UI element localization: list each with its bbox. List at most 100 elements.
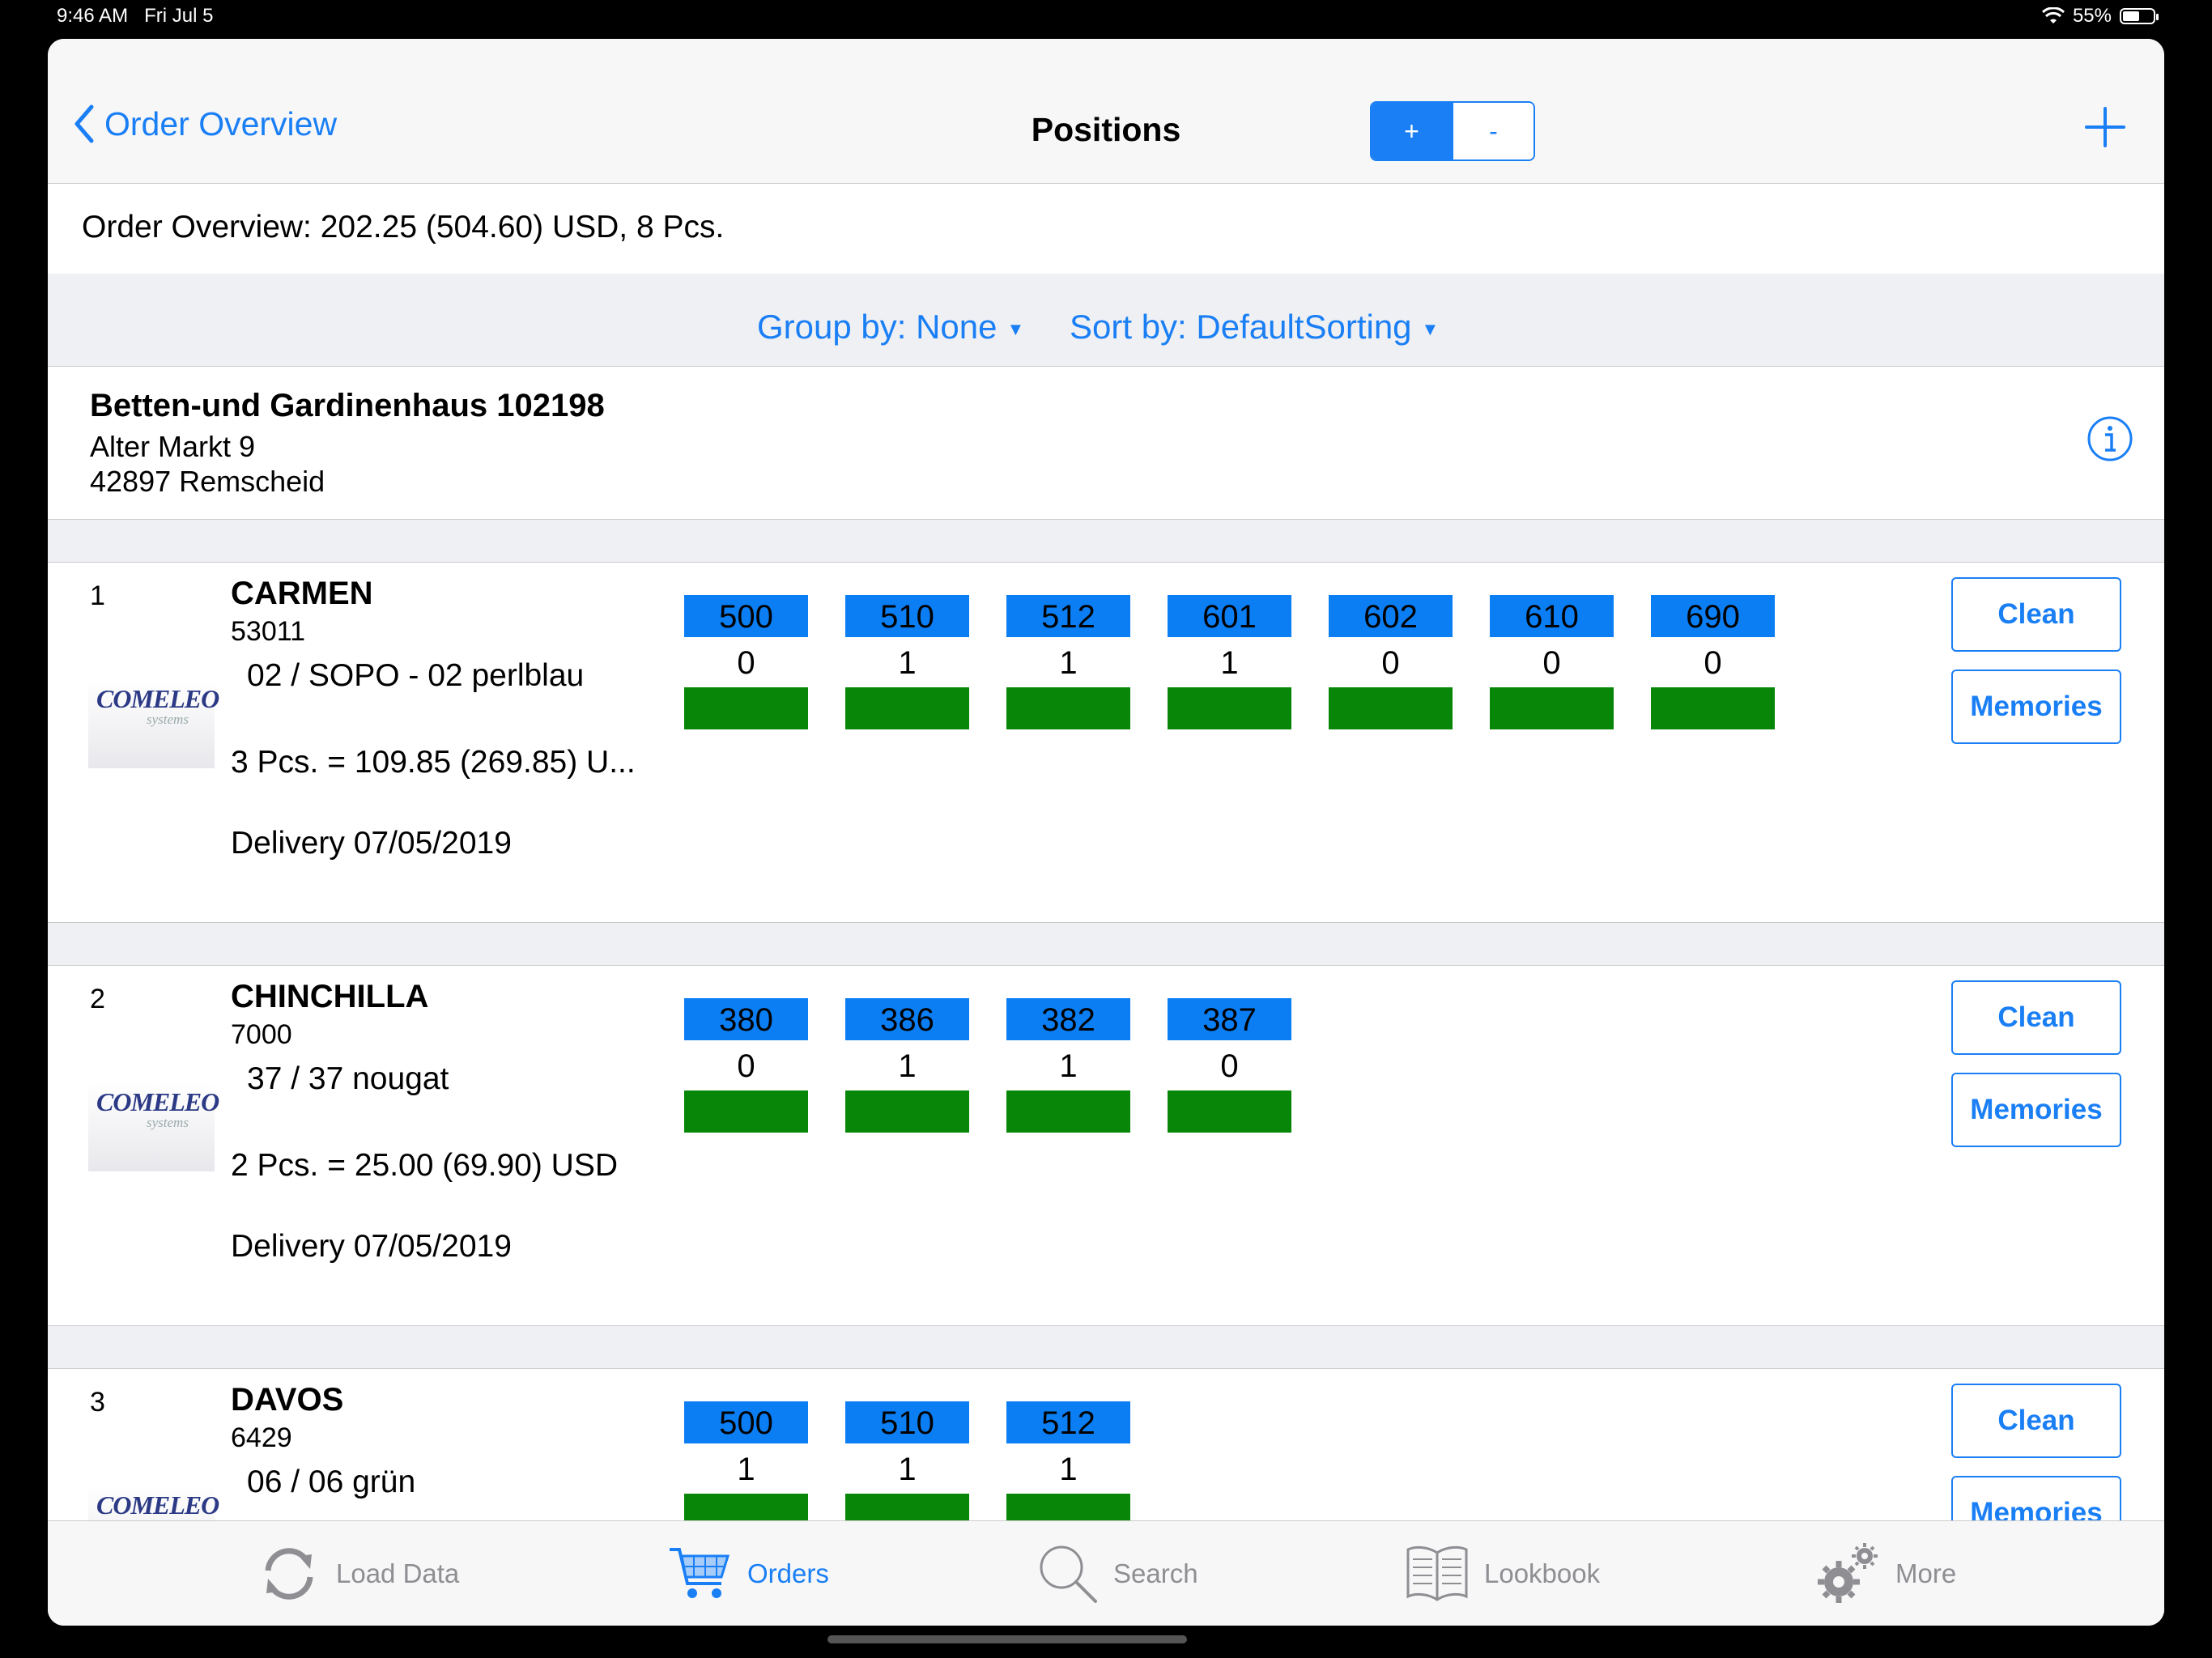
- positions-sheet: Order Overview Positions + - Order Overv…: [48, 39, 2164, 1626]
- article-variant: 37 / 37 nougat: [247, 1061, 449, 1096]
- tab-label: More: [1895, 1558, 1957, 1588]
- size-column[interactable]: 610 0: [1490, 595, 1614, 729]
- stock-indicator: [845, 687, 969, 729]
- size-quantity[interactable]: 1: [1006, 1040, 1130, 1089]
- size-column[interactable]: 386 1: [845, 998, 969, 1133]
- stock-indicator: [1329, 687, 1453, 729]
- book-icon: [1406, 1545, 1468, 1601]
- position-row[interactable]: 1 COMELEO systems CARMEN 53011 02 / SOPO…: [48, 563, 2164, 923]
- logo-sub: systems: [147, 712, 189, 727]
- navigation-bar: Order Overview Positions + -: [48, 39, 2164, 184]
- page-title: Positions: [1031, 111, 1181, 148]
- size-column[interactable]: 500 0: [684, 595, 808, 729]
- size-column[interactable]: 510 1: [845, 1401, 969, 1536]
- stock-indicator: [1168, 687, 1291, 729]
- position-number: 1: [90, 580, 105, 611]
- brand-logo: COMELEO systems: [88, 1082, 219, 1171]
- size-quantity[interactable]: 0: [684, 637, 808, 686]
- size-label: 510: [845, 595, 969, 637]
- size-column[interactable]: 690 0: [1651, 595, 1775, 729]
- decrement-segment[interactable]: -: [1452, 103, 1534, 159]
- size-quantity[interactable]: 0: [1651, 637, 1775, 686]
- size-quantity[interactable]: 1: [1006, 1443, 1130, 1492]
- customer-name: Betten-und Gardinenhaus 102198: [90, 388, 605, 423]
- stock-indicator: [1006, 687, 1130, 729]
- memories-button[interactable]: Memories: [1951, 1073, 2121, 1147]
- size-label: 512: [1006, 595, 1130, 637]
- sort-by-label: Sort by: DefaultSorting: [1070, 308, 1412, 346]
- position-price: 3 Pcs. = 109.85 (269.85) U...: [231, 745, 636, 780]
- cart-icon: [670, 1548, 730, 1598]
- quantity-segmented-control[interactable]: + -: [1370, 101, 1535, 161]
- search-icon: [1040, 1545, 1097, 1603]
- size-quantity[interactable]: 0: [684, 1040, 808, 1089]
- size-quantity[interactable]: 0: [1490, 637, 1614, 686]
- size-quantity[interactable]: 1: [684, 1443, 808, 1492]
- status-bar: 9:46 AM Fri Jul 5 55%: [0, 0, 2212, 37]
- size-column[interactable]: 387 0: [1168, 998, 1291, 1133]
- increment-segment[interactable]: +: [1372, 103, 1452, 159]
- size-column[interactable]: 510 1: [845, 595, 969, 729]
- wifi-icon: [2041, 7, 2065, 23]
- size-column[interactable]: 512 1: [1006, 595, 1130, 729]
- tab-more[interactable]: More: [1813, 1521, 1956, 1626]
- size-column[interactable]: 500 1: [684, 1401, 808, 1536]
- size-column[interactable]: 512 1: [1006, 1401, 1130, 1536]
- size-quantity[interactable]: 0: [1168, 1040, 1291, 1089]
- size-column[interactable]: 382 1: [1006, 998, 1130, 1133]
- size-label: 602: [1329, 595, 1453, 637]
- stock-indicator: [684, 687, 808, 729]
- size-label: 500: [684, 595, 808, 637]
- memories-button[interactable]: Memories: [1951, 670, 2121, 744]
- logo-brand: COMELEO: [96, 1087, 219, 1116]
- customer-city: 42897 Remscheid: [90, 465, 325, 498]
- tab-orders[interactable]: Orders: [668, 1521, 829, 1626]
- stock-indicator: [1168, 1090, 1291, 1133]
- battery-percent: 55%: [2072, 5, 2112, 27]
- gear-icon: [1818, 1543, 1878, 1603]
- position-price: 2 Pcs. = 25.00 (69.90) USD: [231, 1148, 618, 1183]
- customer-street: Alter Markt 9: [90, 430, 256, 463]
- position-number: 3: [90, 1387, 105, 1418]
- group-by-dropdown[interactable]: Group by: None ▼: [757, 308, 1024, 346]
- logo-sub: systems: [147, 1115, 189, 1130]
- size-quantity[interactable]: 1: [845, 1443, 969, 1492]
- size-label: 386: [845, 998, 969, 1040]
- brand-logo: COMELEO systems: [88, 679, 219, 768]
- article-variant: 02 / SOPO - 02 perlblau: [247, 658, 585, 693]
- size-quantity[interactable]: 1: [845, 637, 969, 686]
- size-label: 500: [684, 1401, 808, 1443]
- article-number: 6429: [231, 1422, 292, 1453]
- tab-label: Lookbook: [1484, 1558, 1601, 1588]
- size-column[interactable]: 601 1: [1168, 595, 1291, 729]
- stock-indicator: [1006, 1090, 1130, 1133]
- size-quantity[interactable]: 1: [1168, 637, 1291, 686]
- clean-button[interactable]: Clean: [1951, 1384, 2121, 1458]
- home-indicator[interactable]: [827, 1635, 1187, 1643]
- info-icon[interactable]: [2087, 415, 2133, 462]
- group-by-label: Group by: None: [757, 308, 998, 346]
- size-quantity[interactable]: 1: [845, 1040, 969, 1089]
- tab-search[interactable]: Search: [1037, 1521, 1198, 1626]
- size-label: 601: [1168, 595, 1291, 637]
- delivery-date: Delivery 07/05/2019: [231, 826, 512, 861]
- tab-load-data[interactable]: Load Data: [257, 1521, 459, 1626]
- article-number: 53011: [231, 616, 306, 647]
- size-label: 510: [845, 1401, 969, 1443]
- caret-down-icon: ▼: [1421, 318, 1440, 339]
- clean-button[interactable]: Clean: [1951, 980, 2121, 1055]
- size-column[interactable]: 380 0: [684, 998, 808, 1133]
- size-label: 382: [1006, 998, 1130, 1040]
- clean-button[interactable]: Clean: [1951, 577, 2121, 652]
- tab-lookbook[interactable]: Lookbook: [1405, 1521, 1600, 1626]
- size-column[interactable]: 602 0: [1329, 595, 1453, 729]
- position-row[interactable]: 2 COMELEO systems CHINCHILLA 7000 37 / 3…: [48, 966, 2164, 1326]
- size-quantity[interactable]: 1: [1006, 637, 1130, 686]
- add-position-button[interactable]: [2085, 107, 2125, 147]
- size-label: 690: [1651, 595, 1775, 637]
- battery-icon: [2120, 8, 2159, 24]
- size-quantity[interactable]: 0: [1329, 637, 1453, 686]
- delivery-date: Delivery 07/05/2019: [231, 1229, 512, 1264]
- sort-by-dropdown[interactable]: Sort by: DefaultSorting ▼: [1070, 308, 1439, 346]
- section-gap: [48, 520, 2164, 563]
